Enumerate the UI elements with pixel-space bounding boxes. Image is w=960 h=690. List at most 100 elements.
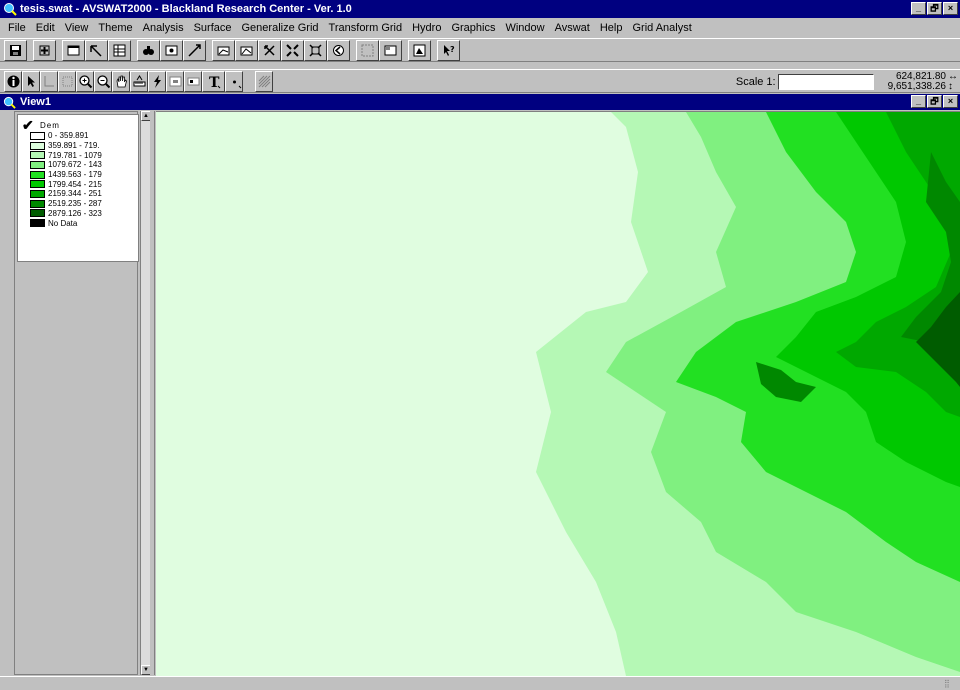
menu-view[interactable]: View [60, 22, 94, 34]
zoom-full-extent-button[interactable] [212, 39, 235, 61]
zoom-selected-button[interactable] [258, 39, 281, 61]
zoom-active-theme-icon [240, 46, 253, 55]
label-icon [187, 77, 199, 85]
minimize-button[interactable]: _ [911, 2, 926, 15]
print-button[interactable] [379, 39, 402, 61]
legend-item[interactable]: 0 - 359.891 [18, 131, 138, 141]
legend-swatch [30, 141, 45, 150]
resize-grip-icon[interactable]: ⣿ [944, 679, 956, 689]
zoom-in-icon [78, 74, 92, 88]
identify-button[interactable] [4, 70, 22, 92]
legend-item[interactable]: 2519.235 - 287 [18, 199, 138, 209]
menu-theme[interactable]: Theme [93, 22, 137, 34]
select-feature-button[interactable] [58, 70, 76, 92]
label-button[interactable] [184, 70, 202, 92]
legend-label: 2159.344 - 251 [48, 189, 102, 199]
legend-item[interactable]: 359.891 - 719. [18, 141, 138, 151]
find-button[interactable] [137, 39, 160, 61]
edit-legend-button[interactable] [85, 39, 108, 61]
snap-icon [258, 75, 270, 87]
legend-label: 359.891 - 719. [48, 141, 100, 151]
menu-transform-grid[interactable]: Transform Grid [324, 22, 408, 34]
zoom-out-fixed-button[interactable] [304, 39, 327, 61]
legend-swatch [30, 199, 45, 208]
query-builder-button[interactable] [183, 39, 206, 61]
measure-button[interactable] [130, 70, 148, 92]
legend-item[interactable]: 1799.454 - 215 [18, 179, 138, 189]
legend-item[interactable]: No Data [18, 218, 138, 228]
legend-item[interactable]: 2879.126 - 323 [18, 209, 138, 219]
save-icon [10, 44, 21, 56]
legend-label: 1799.454 - 215 [48, 179, 102, 189]
legend-item[interactable]: 1439.563 - 179 [18, 170, 138, 180]
edit-legend-icon [90, 44, 102, 57]
theme-visible-checkbox[interactable]: ✔ [22, 118, 36, 132]
zoom-selected-icon [264, 44, 275, 56]
locate-button[interactable] [160, 39, 183, 61]
menu-grid-analyst[interactable]: Grid Analyst [627, 22, 696, 34]
zoom-previous-button[interactable] [327, 39, 350, 61]
menu-generalize-grid[interactable]: Generalize Grid [237, 22, 324, 34]
toc-scrollbar[interactable]: ▲ ▼ [140, 111, 151, 675]
vertex-edit-button[interactable] [40, 70, 58, 92]
save-button[interactable] [4, 39, 27, 61]
scale-input[interactable] [777, 74, 874, 90]
legend-swatch [30, 209, 45, 218]
window-title: tesis.swat - AVSWAT2000 - Blackland Rese… [20, 3, 352, 15]
zoom-in-fixed-icon [286, 43, 299, 57]
menu-file[interactable]: File [3, 22, 31, 34]
chart-button[interactable] [408, 39, 431, 61]
legend-label: No Data [48, 218, 78, 228]
pointer-button[interactable] [22, 70, 40, 92]
toc-splitter[interactable] [150, 111, 155, 675]
theme-properties-icon [67, 45, 80, 55]
theme-legend-dem[interactable]: ✔ Dem 0 - 359.891 359.891 - 719. 719.781 -… [17, 114, 139, 262]
help-button[interactable]: ? [437, 39, 460, 61]
pan-button[interactable] [112, 70, 130, 92]
zoom-out-button[interactable] [94, 70, 112, 92]
theme-properties-button[interactable] [62, 39, 85, 61]
snap-button[interactable] [255, 70, 273, 92]
coord-y: 9,651,338.26 [887, 81, 946, 92]
restore-button[interactable]: 🗗 [927, 2, 942, 15]
menu-graphics[interactable]: Graphics [446, 22, 500, 34]
legend-item[interactable]: 1079.672 - 143 [18, 160, 138, 170]
menu-hydro[interactable]: Hydro [407, 22, 446, 34]
menu-analysis[interactable]: Analysis [138, 22, 189, 34]
text-button[interactable]: T [202, 70, 225, 92]
zoom-active-theme-button[interactable] [235, 39, 258, 61]
legend-swatch [30, 219, 45, 228]
add-theme-button[interactable] [33, 39, 56, 61]
zoom-in-fixed-button[interactable] [281, 39, 304, 61]
menu-help[interactable]: Help [595, 22, 628, 34]
select-none-button[interactable] [356, 39, 379, 61]
map-display[interactable] [156, 111, 960, 676]
menu-surface[interactable]: Surface [189, 22, 237, 34]
pointer-icon [27, 75, 35, 87]
zoom-out-icon [96, 74, 110, 88]
open-table-button[interactable] [108, 39, 131, 61]
legend-item[interactable]: 719.781 - 1079 [18, 150, 138, 160]
area-of-interest-button[interactable] [166, 70, 184, 92]
draw-point-button[interactable] [225, 70, 243, 92]
open-table-icon [113, 44, 126, 56]
scale-area: Scale 1: 624,821.80 9,651,338.26 ↔ ↕ [736, 70, 960, 94]
app-title-bar: tesis.swat - AVSWAT2000 - Blackland Rese… [0, 0, 960, 18]
menu-bar: File Edit View Theme Analysis Surface Ge… [0, 19, 960, 37]
menu-avswat[interactable]: Avswat [550, 22, 595, 34]
view-minimize-button[interactable]: _ [911, 95, 926, 108]
view-title: View1 [20, 96, 51, 108]
magnifier-globe-icon [4, 3, 17, 16]
select-feature-icon [62, 76, 72, 86]
zoom-in-button[interactable] [76, 70, 94, 92]
legend-label: 2519.235 - 287 [48, 199, 102, 209]
close-button[interactable]: × [943, 2, 958, 15]
legend-item[interactable]: 2159.344 - 251 [18, 189, 138, 199]
menu-window[interactable]: Window [500, 22, 549, 34]
view-restore-button[interactable]: 🗗 [927, 95, 942, 108]
identify-icon [7, 75, 19, 87]
hotlink-button[interactable] [148, 70, 166, 92]
menu-edit[interactable]: Edit [31, 22, 60, 34]
view-close-button[interactable]: × [943, 95, 958, 108]
scale-label: Scale 1: [735, 76, 776, 88]
